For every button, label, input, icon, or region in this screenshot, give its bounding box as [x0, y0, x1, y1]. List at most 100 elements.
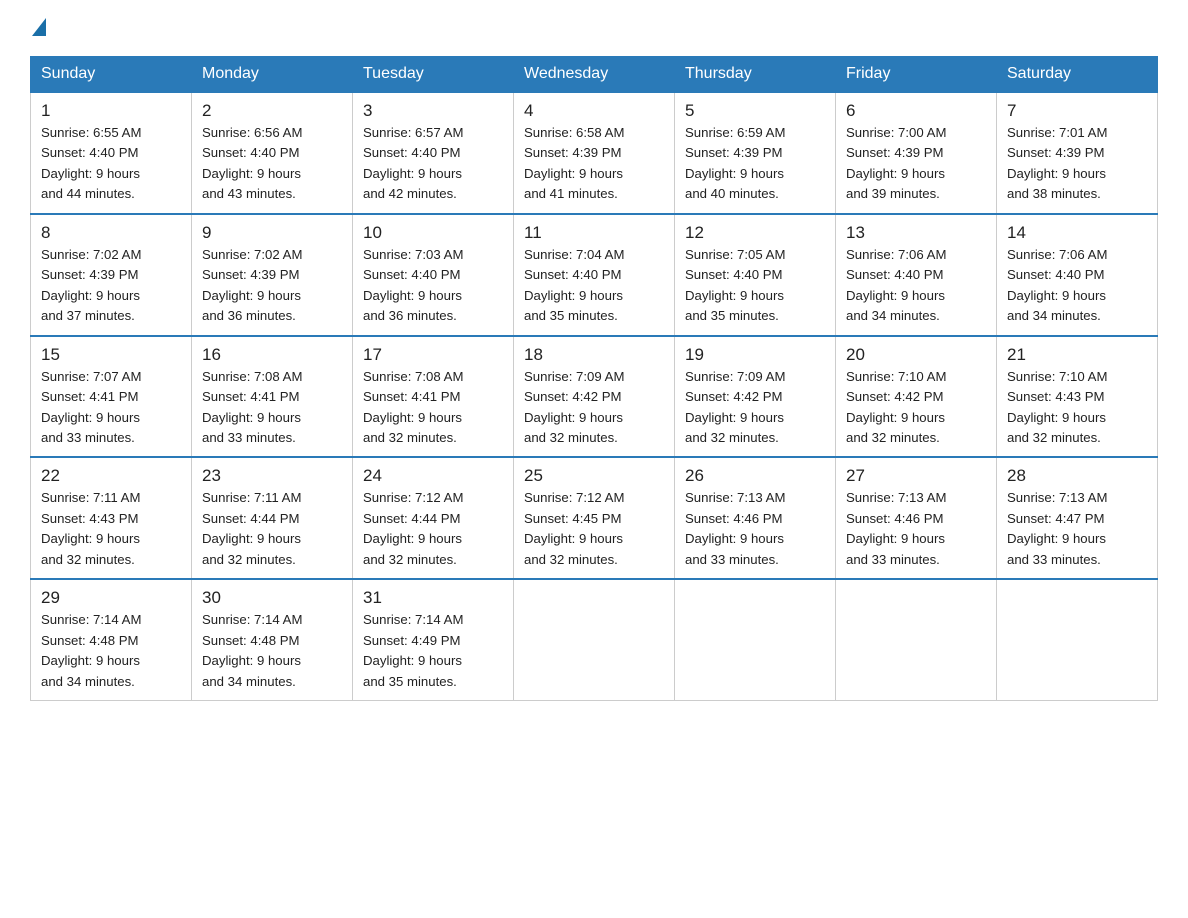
- day-number: 6: [846, 101, 986, 121]
- day-info: Sunrise: 7:08 AMSunset: 4:41 PMDaylight:…: [202, 367, 342, 449]
- calendar-day-cell: 11Sunrise: 7:04 AMSunset: 4:40 PMDayligh…: [514, 214, 675, 336]
- calendar-day-cell: 9Sunrise: 7:02 AMSunset: 4:39 PMDaylight…: [192, 214, 353, 336]
- calendar-day-cell: 4Sunrise: 6:58 AMSunset: 4:39 PMDaylight…: [514, 92, 675, 214]
- day-number: 25: [524, 466, 664, 486]
- day-of-week-header: Sunday: [31, 57, 192, 93]
- day-number: 8: [41, 223, 181, 243]
- day-number: 19: [685, 345, 825, 365]
- day-of-week-header: Wednesday: [514, 57, 675, 93]
- logo-triangle-icon: [32, 18, 46, 36]
- calendar-day-cell: 14Sunrise: 7:06 AMSunset: 4:40 PMDayligh…: [997, 214, 1158, 336]
- day-info: Sunrise: 7:13 AMSunset: 4:47 PMDaylight:…: [1007, 488, 1147, 570]
- calendar-day-cell: 6Sunrise: 7:00 AMSunset: 4:39 PMDaylight…: [836, 92, 997, 214]
- calendar-day-cell: 30Sunrise: 7:14 AMSunset: 4:48 PMDayligh…: [192, 579, 353, 700]
- calendar-day-cell: 5Sunrise: 6:59 AMSunset: 4:39 PMDaylight…: [675, 92, 836, 214]
- day-number: 3: [363, 101, 503, 121]
- calendar-day-cell: 21Sunrise: 7:10 AMSunset: 4:43 PMDayligh…: [997, 336, 1158, 458]
- day-number: 27: [846, 466, 986, 486]
- calendar-week-row: 8Sunrise: 7:02 AMSunset: 4:39 PMDaylight…: [31, 214, 1158, 336]
- day-number: 17: [363, 345, 503, 365]
- day-info: Sunrise: 7:14 AMSunset: 4:48 PMDaylight:…: [202, 610, 342, 692]
- day-number: 2: [202, 101, 342, 121]
- day-number: 9: [202, 223, 342, 243]
- calendar-week-row: 15Sunrise: 7:07 AMSunset: 4:41 PMDayligh…: [31, 336, 1158, 458]
- calendar-day-cell: 18Sunrise: 7:09 AMSunset: 4:42 PMDayligh…: [514, 336, 675, 458]
- day-number: 10: [363, 223, 503, 243]
- day-number: 16: [202, 345, 342, 365]
- calendar-day-cell: [514, 579, 675, 700]
- calendar-day-cell: 25Sunrise: 7:12 AMSunset: 4:45 PMDayligh…: [514, 457, 675, 579]
- calendar-body: 1Sunrise: 6:55 AMSunset: 4:40 PMDaylight…: [31, 92, 1158, 701]
- day-number: 4: [524, 101, 664, 121]
- calendar-day-cell: 28Sunrise: 7:13 AMSunset: 4:47 PMDayligh…: [997, 457, 1158, 579]
- day-number: 14: [1007, 223, 1147, 243]
- day-info: Sunrise: 7:10 AMSunset: 4:42 PMDaylight:…: [846, 367, 986, 449]
- calendar-day-cell: 17Sunrise: 7:08 AMSunset: 4:41 PMDayligh…: [353, 336, 514, 458]
- calendar-week-row: 29Sunrise: 7:14 AMSunset: 4:48 PMDayligh…: [31, 579, 1158, 700]
- calendar-day-cell: 15Sunrise: 7:07 AMSunset: 4:41 PMDayligh…: [31, 336, 192, 458]
- day-info: Sunrise: 7:13 AMSunset: 4:46 PMDaylight:…: [846, 488, 986, 570]
- page-header: [30, 20, 1158, 38]
- day-number: 26: [685, 466, 825, 486]
- day-number: 31: [363, 588, 503, 608]
- logo-text: [30, 20, 48, 38]
- day-info: Sunrise: 7:10 AMSunset: 4:43 PMDaylight:…: [1007, 367, 1147, 449]
- calendar-day-cell: 29Sunrise: 7:14 AMSunset: 4:48 PMDayligh…: [31, 579, 192, 700]
- calendar-header-row: SundayMondayTuesdayWednesdayThursdayFrid…: [31, 57, 1158, 93]
- day-info: Sunrise: 7:06 AMSunset: 4:40 PMDaylight:…: [1007, 245, 1147, 327]
- day-of-week-header: Thursday: [675, 57, 836, 93]
- day-number: 24: [363, 466, 503, 486]
- day-info: Sunrise: 6:55 AMSunset: 4:40 PMDaylight:…: [41, 123, 181, 205]
- day-info: Sunrise: 7:05 AMSunset: 4:40 PMDaylight:…: [685, 245, 825, 327]
- calendar-day-cell: 27Sunrise: 7:13 AMSunset: 4:46 PMDayligh…: [836, 457, 997, 579]
- day-number: 20: [846, 345, 986, 365]
- day-info: Sunrise: 7:02 AMSunset: 4:39 PMDaylight:…: [41, 245, 181, 327]
- calendar-day-cell: 16Sunrise: 7:08 AMSunset: 4:41 PMDayligh…: [192, 336, 353, 458]
- day-info: Sunrise: 6:56 AMSunset: 4:40 PMDaylight:…: [202, 123, 342, 205]
- day-number: 23: [202, 466, 342, 486]
- calendar-week-row: 1Sunrise: 6:55 AMSunset: 4:40 PMDaylight…: [31, 92, 1158, 214]
- day-of-week-header: Saturday: [997, 57, 1158, 93]
- day-info: Sunrise: 7:04 AMSunset: 4:40 PMDaylight:…: [524, 245, 664, 327]
- day-number: 15: [41, 345, 181, 365]
- day-info: Sunrise: 7:06 AMSunset: 4:40 PMDaylight:…: [846, 245, 986, 327]
- day-number: 1: [41, 101, 181, 121]
- calendar-day-cell: 23Sunrise: 7:11 AMSunset: 4:44 PMDayligh…: [192, 457, 353, 579]
- day-number: 18: [524, 345, 664, 365]
- day-number: 11: [524, 223, 664, 243]
- day-number: 5: [685, 101, 825, 121]
- day-info: Sunrise: 6:59 AMSunset: 4:39 PMDaylight:…: [685, 123, 825, 205]
- day-info: Sunrise: 7:12 AMSunset: 4:44 PMDaylight:…: [363, 488, 503, 570]
- day-info: Sunrise: 7:11 AMSunset: 4:43 PMDaylight:…: [41, 488, 181, 570]
- day-info: Sunrise: 7:13 AMSunset: 4:46 PMDaylight:…: [685, 488, 825, 570]
- day-info: Sunrise: 7:03 AMSunset: 4:40 PMDaylight:…: [363, 245, 503, 327]
- day-info: Sunrise: 6:58 AMSunset: 4:39 PMDaylight:…: [524, 123, 664, 205]
- day-number: 28: [1007, 466, 1147, 486]
- calendar-day-cell: 19Sunrise: 7:09 AMSunset: 4:42 PMDayligh…: [675, 336, 836, 458]
- day-number: 30: [202, 588, 342, 608]
- day-info: Sunrise: 7:14 AMSunset: 4:48 PMDaylight:…: [41, 610, 181, 692]
- day-info: Sunrise: 7:01 AMSunset: 4:39 PMDaylight:…: [1007, 123, 1147, 205]
- calendar-day-cell: 3Sunrise: 6:57 AMSunset: 4:40 PMDaylight…: [353, 92, 514, 214]
- calendar-day-cell: [997, 579, 1158, 700]
- calendar-day-cell: 8Sunrise: 7:02 AMSunset: 4:39 PMDaylight…: [31, 214, 192, 336]
- calendar-day-cell: 13Sunrise: 7:06 AMSunset: 4:40 PMDayligh…: [836, 214, 997, 336]
- day-of-week-header: Monday: [192, 57, 353, 93]
- day-info: Sunrise: 7:09 AMSunset: 4:42 PMDaylight:…: [685, 367, 825, 449]
- day-info: Sunrise: 7:11 AMSunset: 4:44 PMDaylight:…: [202, 488, 342, 570]
- calendar-day-cell: 31Sunrise: 7:14 AMSunset: 4:49 PMDayligh…: [353, 579, 514, 700]
- day-info: Sunrise: 7:09 AMSunset: 4:42 PMDaylight:…: [524, 367, 664, 449]
- logo: [30, 20, 48, 38]
- day-number: 22: [41, 466, 181, 486]
- day-info: Sunrise: 7:14 AMSunset: 4:49 PMDaylight:…: [363, 610, 503, 692]
- calendar-day-cell: 22Sunrise: 7:11 AMSunset: 4:43 PMDayligh…: [31, 457, 192, 579]
- calendar-day-cell: 10Sunrise: 7:03 AMSunset: 4:40 PMDayligh…: [353, 214, 514, 336]
- day-of-week-header: Friday: [836, 57, 997, 93]
- day-info: Sunrise: 7:12 AMSunset: 4:45 PMDaylight:…: [524, 488, 664, 570]
- day-number: 13: [846, 223, 986, 243]
- calendar-day-cell: [836, 579, 997, 700]
- day-info: Sunrise: 6:57 AMSunset: 4:40 PMDaylight:…: [363, 123, 503, 205]
- day-info: Sunrise: 7:07 AMSunset: 4:41 PMDaylight:…: [41, 367, 181, 449]
- calendar-day-cell: 2Sunrise: 6:56 AMSunset: 4:40 PMDaylight…: [192, 92, 353, 214]
- calendar-day-cell: 1Sunrise: 6:55 AMSunset: 4:40 PMDaylight…: [31, 92, 192, 214]
